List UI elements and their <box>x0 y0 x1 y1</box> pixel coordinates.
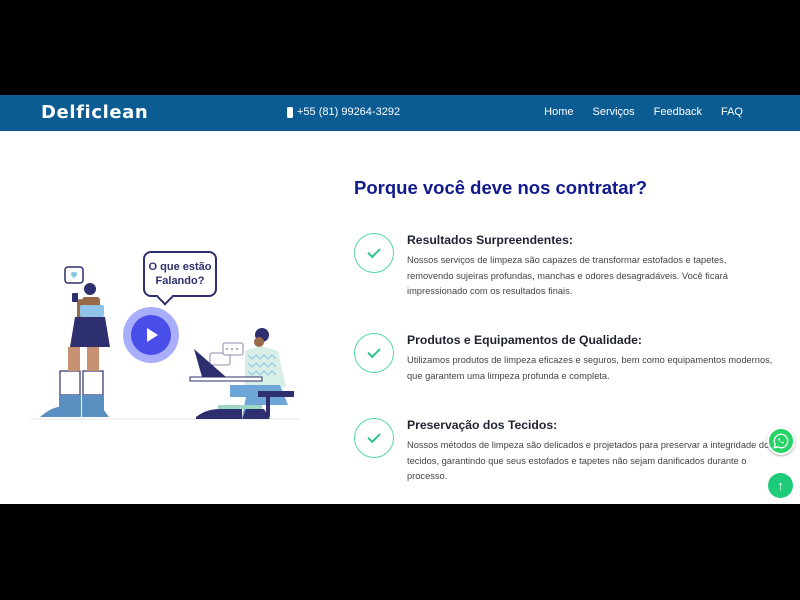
back-to-top-button[interactable]: ↑ <box>768 473 793 498</box>
video-illustration: O que estão Falando? <box>30 247 310 427</box>
whatsapp-button[interactable] <box>767 427 795 455</box>
whatsapp-icon <box>773 433 789 449</box>
feature-title: Produtos e Equipamentos de Qualidade: <box>407 333 642 347</box>
page: Delficlean +55 (81) 99264-3292 Home Serv… <box>0 95 800 504</box>
check-icon <box>367 244 381 259</box>
nav-servicos[interactable]: Serviços <box>592 106 634 118</box>
navbar: Delficlean +55 (81) 99264-3292 Home Serv… <box>0 95 800 131</box>
smartphone-icon <box>287 106 293 118</box>
main-nav: Home Serviços Feedback FAQ <box>544 106 743 118</box>
brand-logo[interactable]: Delficlean <box>41 102 148 123</box>
arrow-up-icon: ↑ <box>777 478 784 493</box>
nav-feedback[interactable]: Feedback <box>654 106 702 118</box>
check-badge <box>354 233 394 273</box>
phone-number: +55 (81) 99264-3292 <box>297 106 401 118</box>
play-button-inner[interactable] <box>131 315 171 355</box>
feature-title: Resultados Surpreendentes: <box>407 233 573 247</box>
speech-bubble: O que estão Falando? <box>143 251 217 297</box>
nav-faq[interactable]: FAQ <box>721 106 743 118</box>
feature-title: Preservação dos Tecidos: <box>407 418 558 432</box>
check-icon <box>367 429 381 444</box>
feature-description: Nossos serviços de limpeza são capazes d… <box>407 255 728 297</box>
nav-home[interactable]: Home <box>544 106 573 118</box>
phone-contact[interactable]: +55 (81) 99264-3292 <box>287 106 400 118</box>
check-icon <box>367 344 381 359</box>
check-badge <box>354 333 394 373</box>
play-video-button[interactable] <box>123 307 179 363</box>
check-badge <box>354 418 394 458</box>
play-icon <box>147 328 158 342</box>
feature-description: Utilizamos produtos de limpeza eficazes … <box>407 355 773 381</box>
feature-description: Nossos métodos de limpeza são delicados … <box>407 440 774 482</box>
section-heading: Porque você deve nos contratar? <box>354 177 648 198</box>
